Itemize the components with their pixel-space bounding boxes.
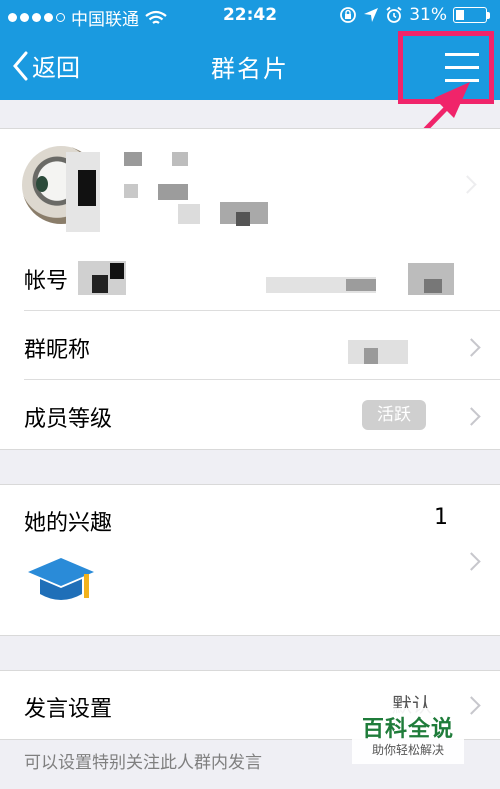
lock-rotation-icon: [340, 7, 357, 23]
interests-label: 她的兴趣: [24, 511, 113, 536]
battery-icon: [453, 7, 490, 23]
account-row[interactable]: 帐号: [0, 243, 500, 311]
watermark-title: 百科全说: [361, 717, 454, 742]
battery-body: [453, 7, 487, 23]
battery-tip: [487, 11, 490, 19]
speech-settings-label: 发言设置: [24, 697, 113, 722]
group-nickname-row[interactable]: 群昵称: [0, 312, 500, 380]
group-nickname-label: 群昵称: [24, 338, 91, 363]
chevron-right-icon: [462, 696, 481, 715]
watermark-subtitle: 助你轻松解决: [371, 743, 444, 757]
member-level-label: 成员等级: [24, 407, 113, 432]
location-arrow-icon: [364, 8, 379, 22]
watermark-logo: 百科全说 助你轻松解决: [352, 708, 464, 764]
member-level-badge: 活跃: [362, 400, 426, 430]
row-separator: [24, 379, 500, 380]
speech-settings-hint: 可以设置特别关注此人群内发言: [24, 753, 262, 773]
battery-percent: 31%: [409, 5, 447, 25]
chevron-right-icon: [462, 552, 481, 571]
chevron-right-icon: [462, 407, 481, 426]
avatar-cat-eye: [36, 176, 48, 192]
menu-line: [445, 66, 479, 69]
graduation-cap-icon: [28, 558, 94, 600]
menu-line: [445, 53, 479, 56]
chevron-right-icon: [462, 338, 481, 357]
redacted-account: [60, 261, 460, 295]
battery-fill: [456, 10, 464, 20]
redacted-nickname: [346, 336, 416, 366]
row-separator: [24, 310, 500, 311]
interests-count: 1: [434, 505, 448, 530]
status-right: 31%: [339, 5, 490, 25]
redacted-name: [60, 148, 280, 238]
alarm-icon: [386, 6, 402, 23]
status-bar: 中国联通 22:42 31%: [0, 0, 500, 32]
